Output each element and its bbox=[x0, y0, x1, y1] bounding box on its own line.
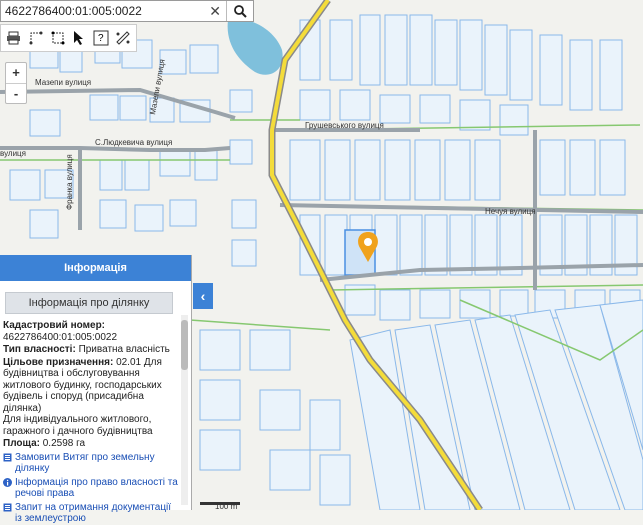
document-icon bbox=[3, 503, 12, 511]
search-button[interactable] bbox=[226, 1, 253, 21]
street-label: Мазепи вулиця bbox=[35, 78, 91, 87]
ruler-icon[interactable] bbox=[114, 29, 132, 47]
map-toolbar: ? bbox=[0, 24, 137, 52]
ownership-info-link[interactable]: Інформація про право власності та речові… bbox=[3, 477, 179, 500]
document-icon bbox=[3, 453, 12, 461]
clear-search-button[interactable]: ✕ bbox=[204, 3, 226, 20]
street-label: вулиця bbox=[0, 149, 26, 158]
search-box: ✕ bbox=[0, 0, 254, 22]
identify-icon[interactable]: ? bbox=[92, 29, 110, 47]
street-label: Франка вулиця bbox=[65, 154, 74, 210]
ownership-value: Приватна власність bbox=[78, 344, 170, 355]
ownership-label: Тип власності: bbox=[3, 344, 76, 355]
area-value: 0.2598 га bbox=[42, 438, 86, 449]
cadastral-label: Кадастровий номер: bbox=[3, 320, 106, 331]
zoom-out-button[interactable]: - bbox=[6, 84, 26, 104]
scroll-thumb[interactable] bbox=[181, 320, 188, 370]
pointer-icon[interactable] bbox=[70, 29, 88, 47]
measure-length-icon[interactable] bbox=[27, 29, 45, 47]
street-label: С.Людкевича вулиця bbox=[95, 138, 172, 147]
street-label: Нечуя вулиця bbox=[485, 207, 536, 216]
info-icon bbox=[3, 477, 12, 487]
search-input[interactable] bbox=[1, 4, 205, 18]
area-label: Площа: bbox=[3, 438, 40, 449]
svg-text:?: ? bbox=[98, 33, 104, 44]
panel-scrollbar[interactable] bbox=[181, 315, 188, 505]
search-icon bbox=[233, 4, 247, 18]
svg-text:100 m: 100 m bbox=[215, 502, 238, 510]
documentation-request-link[interactable]: Запит на отримання документації із земле… bbox=[3, 502, 179, 525]
parcel-info-button[interactable]: Інформація про ділянку bbox=[5, 292, 173, 314]
zoom-control: + - bbox=[5, 62, 27, 104]
collapse-panel-button[interactable]: ‹ bbox=[193, 283, 213, 309]
measure-area-icon[interactable] bbox=[49, 29, 67, 47]
order-extract-link[interactable]: Замовити Витяг про земельну ділянку bbox=[3, 452, 179, 475]
purpose-label: Цільове призначення: bbox=[3, 356, 114, 368]
purpose-extra: Для індивідуального житлового, гаражного… bbox=[3, 414, 153, 437]
panel-header: Інформація bbox=[0, 255, 191, 281]
parcel-details: Кадастровий номер: 4622786400:01:005:0022… bbox=[3, 320, 179, 525]
street-label: Грушевського вулиця bbox=[305, 121, 384, 130]
print-icon[interactable] bbox=[5, 29, 23, 47]
cadastral-value: 4622786400:01:005:0022 bbox=[3, 331, 118, 343]
zoom-in-button[interactable]: + bbox=[6, 63, 26, 84]
info-panel: Інформація Інформація про ділянку Кадаст… bbox=[0, 255, 192, 524]
